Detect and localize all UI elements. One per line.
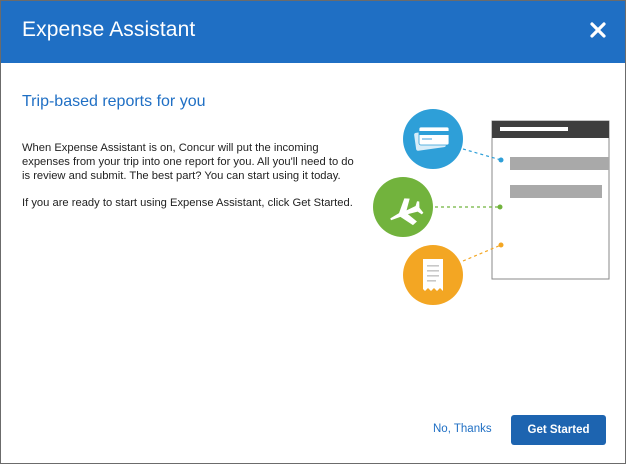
expense-assistant-dialog: Expense Assistant Trip-based reports for… (0, 0, 626, 464)
receipt-icon (403, 245, 463, 305)
dialog-title: Expense Assistant (22, 18, 196, 41)
dialog-heading: Trip-based reports for you (22, 93, 206, 110)
close-icon[interactable] (585, 17, 611, 43)
get-started-button[interactable]: Get Started (511, 415, 606, 445)
dialog-body: When Expense Assistant is on, Concur wil… (22, 141, 357, 223)
trip-report-illustration (373, 109, 610, 305)
report-document-graphic (491, 120, 610, 280)
credit-card-icon (403, 109, 463, 169)
airplane-icon (373, 177, 433, 237)
body-paragraph: When Expense Assistant is on, Concur wil… (22, 142, 354, 182)
no-thanks-button[interactable]: No, Thanks (433, 423, 492, 435)
dialog-header: Expense Assistant (1, 1, 625, 63)
body-paragraph: If you are ready to start using Expense … (22, 197, 353, 209)
